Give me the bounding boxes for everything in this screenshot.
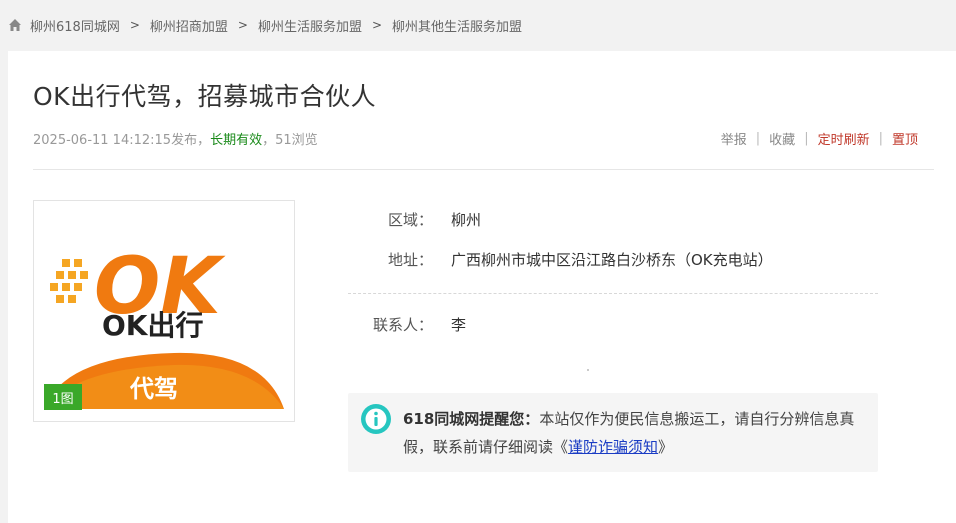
action-separator: | — [755, 131, 761, 146]
notice-link-open: 《 — [553, 438, 569, 456]
detail-divider — [348, 293, 878, 294]
breadcrumb-link-city[interactable]: 柳州618同城网 — [30, 16, 120, 35]
post-card: OK出行代驾，招募城市合伙人 2025-06-11 14:12:15发布，长期有… — [8, 51, 956, 523]
favorite-button[interactable]: 收藏 — [769, 129, 795, 148]
pin-top-button[interactable]: 置顶 — [892, 129, 918, 148]
breadcrumb-separator: > — [371, 18, 383, 32]
breadcrumb-separator: > — [129, 18, 140, 32]
breadcrumb: 柳州618同城网 > 柳州招商加盟 > 柳州生活服务加盟 > 柳州其他生活服务加… — [8, 14, 522, 36]
logo-brand-text: OK出行 — [102, 309, 204, 342]
home-icon[interactable] — [8, 18, 22, 32]
region-label: 区域： — [387, 211, 433, 229]
contact-label: 联系人： — [373, 316, 434, 334]
address-label: 地址： — [387, 251, 433, 269]
region-value: 柳州 — [451, 211, 482, 229]
meta-comma: ， — [197, 133, 211, 148]
post-title: OK出行代驾，招募城市合伙人 — [33, 82, 377, 111]
header-divider — [33, 169, 934, 170]
action-separator: | — [878, 131, 883, 146]
decorative-dot — [587, 369, 589, 371]
fraud-warning-link[interactable]: 谨防诈骗须知 — [568, 438, 658, 456]
breadcrumb-separator: > — [237, 18, 248, 32]
report-button[interactable]: 举报 — [721, 129, 747, 148]
info-icon — [361, 404, 391, 434]
breadcrumb-link-life-service[interactable]: 柳州生活服务加盟 — [258, 16, 362, 35]
photo-count-badge: 1图 — [44, 384, 82, 410]
contact-row: 联系人： 李 — [373, 314, 466, 335]
scheduled-refresh-button[interactable]: 定时刷新 — [818, 129, 870, 148]
post-meta: 2025-06-11 14:12:15发布，长期有效，51浏览 — [33, 129, 318, 148]
address-value: 广西柳州市城中区沿江路白沙桥东（OK充电站） — [451, 251, 773, 269]
region-row: 区域： 柳州 — [373, 209, 481, 230]
notice-text: 618同城网提醒您：本站仅作为便民信息搬运工，请自行分辨信息真假，联系前请仔细阅… — [403, 405, 871, 461]
notice-link-close: 》 — [658, 438, 674, 456]
post-actions: 举报 | 收藏 | 定时刷新 | 置顶 — [721, 129, 918, 148]
logo-service-text: 代驾 — [129, 375, 178, 403]
breadcrumb-link-other-service[interactable]: 柳州其他生活服务加盟 — [392, 16, 522, 35]
action-separator: | — [804, 131, 809, 146]
meta-comma: ， — [262, 133, 276, 148]
publish-time: 2025-06-11 14:12:15发布 — [33, 133, 198, 148]
address-row: 地址： 广西柳州市城中区沿江路白沙桥东（OK充电站） — [373, 249, 773, 270]
post-photo[interactable]: OK OK出行 代驾 1图 — [33, 200, 295, 422]
notice-heading: 618同城网提醒您： — [403, 410, 540, 428]
safety-notice: 618同城网提醒您：本站仅作为便民信息搬运工，请自行分辨信息真假，联系前请仔细阅… — [348, 393, 878, 472]
validity-badge: 长期有效 — [210, 133, 263, 148]
contact-value: 李 — [451, 316, 467, 334]
view-count: 51浏览 — [275, 133, 318, 148]
breadcrumb-link-franchise[interactable]: 柳州招商加盟 — [150, 16, 228, 35]
